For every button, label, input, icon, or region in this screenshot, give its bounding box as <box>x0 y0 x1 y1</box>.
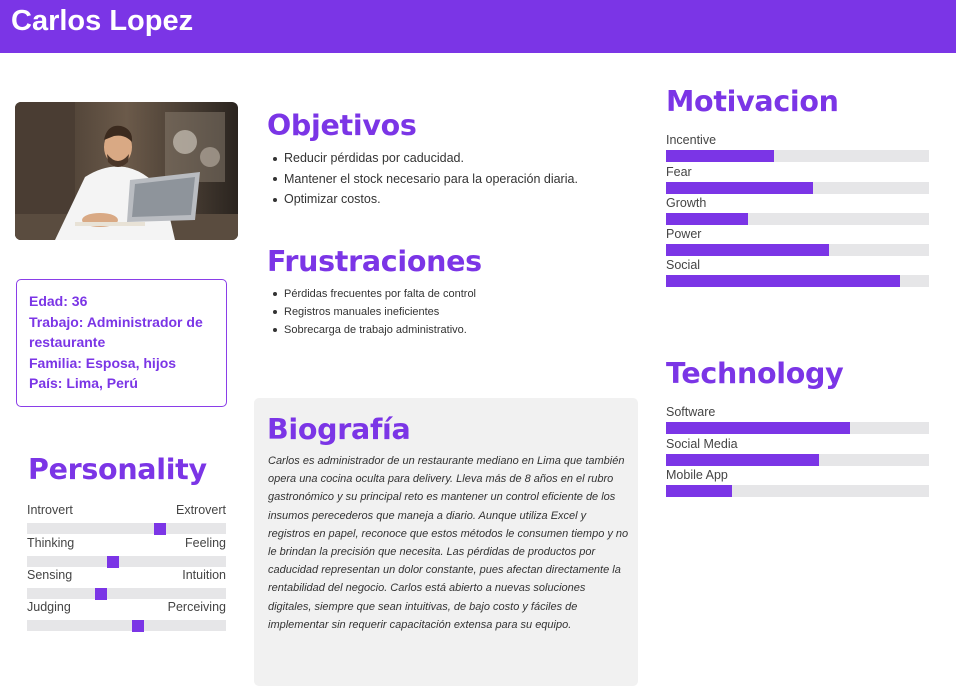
scale-left-label: Introvert <box>27 503 73 517</box>
technology-heading: Technology <box>666 357 844 390</box>
technology-bar-mobile-app: Mobile App <box>666 468 929 497</box>
motivation-bar-incentive: Incentive <box>666 133 929 162</box>
header-bar: Carlos Lopez <box>0 0 956 53</box>
job-text-continued: restaurante <box>29 334 106 350</box>
bar-track <box>666 150 929 162</box>
personality-heading: Personality <box>28 453 207 486</box>
motivation-bar-fear: Fear <box>666 165 929 194</box>
biography-text: Carlos es administrador de un restaurant… <box>268 455 629 631</box>
bar-label: Growth <box>666 196 707 210</box>
bar-track <box>666 485 929 497</box>
list-item: Mantener el stock necesario para la oper… <box>270 169 578 190</box>
country-text: País: Lima, Perú <box>29 375 138 391</box>
frustrations-list: Pérdidas frecuentes por falta de control… <box>270 285 476 339</box>
scale-left-label: Thinking <box>27 536 75 550</box>
list-item: Sobrecarga de trabajo administrativo. <box>270 321 476 339</box>
bar-track <box>666 244 929 256</box>
bar-label: Software <box>666 405 716 419</box>
scale-track <box>27 523 226 535</box>
scale-marker <box>132 620 145 632</box>
bar-track <box>666 275 929 287</box>
bar-track <box>666 213 929 225</box>
list-item: Pérdidas frecuentes por falta de control <box>270 285 476 303</box>
personality-scale-introvert-extrovert: Introvert Extrovert <box>27 503 226 535</box>
scale-right-label: Extrovert <box>175 503 226 517</box>
list-item: Reducir pérdidas por caducidad. <box>270 148 578 169</box>
scale-right-label: Feeling <box>185 536 226 550</box>
bar-fill <box>666 275 901 287</box>
bar-track <box>666 182 929 194</box>
frustrations-heading: Frustraciones <box>267 245 482 278</box>
bar-fill <box>666 213 748 225</box>
technology-bar-software: Software <box>666 405 929 434</box>
technology-bar-social-media: Social Media <box>666 437 929 466</box>
scale-right-label: Intuition <box>182 568 226 582</box>
scale-track <box>27 588 226 600</box>
objectives-list: Reducir pérdidas por caducidad. Mantener… <box>270 148 578 210</box>
bar-fill <box>666 454 819 466</box>
objectives-heading: Objetivos <box>267 109 417 142</box>
bar-label: Incentive <box>666 133 717 147</box>
job-text: Trabajo: Administrador de <box>29 313 203 330</box>
motivation-heading: Motivacion <box>666 85 839 118</box>
bar-fill <box>666 150 774 162</box>
bar-label: Social <box>666 258 701 272</box>
scale-track <box>27 620 226 632</box>
scale-track <box>27 556 226 568</box>
scale-marker <box>154 523 167 535</box>
bar-fill <box>666 422 851 434</box>
scale-left-label: Judging <box>27 600 71 614</box>
persona-photo <box>15 102 238 240</box>
scale-left-label: Sensing <box>27 568 73 582</box>
scale-marker <box>106 556 119 568</box>
motivation-bar-power: Power <box>666 227 929 256</box>
family-text: Familia: Esposa, hijos <box>29 354 177 371</box>
bar-fill <box>666 244 830 256</box>
scale-marker <box>94 588 107 600</box>
persona-info-card: Edad: 36 Trabajo: Administrador de resta… <box>16 279 227 407</box>
persona-name: Carlos Lopez <box>11 5 194 37</box>
bar-fill <box>666 485 732 497</box>
list-item: Optimizar costos. <box>270 189 578 210</box>
biography-heading: Biografía <box>267 413 411 446</box>
bar-label: Social Media <box>666 437 738 451</box>
bar-label: Power <box>666 227 702 241</box>
bar-label: Mobile App <box>666 468 728 482</box>
scale-right-label: Perceiving <box>167 600 226 614</box>
bar-fill <box>666 182 814 194</box>
list-item: Registros manuales ineficientes <box>270 303 476 321</box>
personality-scale-judging-perceiving: Judging Perceiving <box>27 600 226 632</box>
bar-track <box>666 454 929 466</box>
personality-scale-thinking-feeling: Thinking Feeling <box>27 536 226 568</box>
age-text: Edad: 36 <box>29 293 88 309</box>
motivation-bar-growth: Growth <box>666 196 929 225</box>
bar-track <box>666 422 929 434</box>
motivation-bar-social: Social <box>666 258 929 287</box>
personality-scale-sensing-intuition: Sensing Intuition <box>27 568 226 600</box>
bar-label: Fear <box>666 165 692 179</box>
